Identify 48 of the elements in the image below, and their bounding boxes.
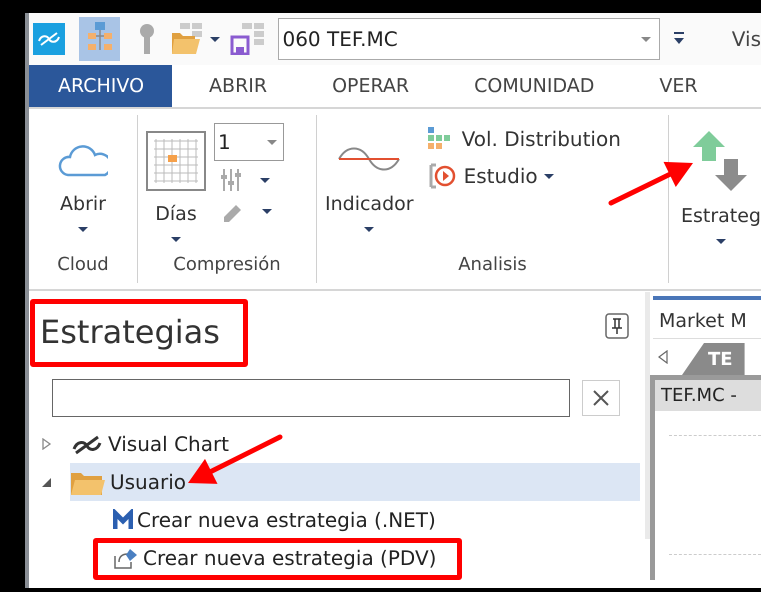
wave-icon	[337, 145, 402, 171]
number-dropdown[interactable]: 1	[214, 123, 284, 161]
customize-icon[interactable]	[674, 32, 684, 46]
ribbon-tab[interactable]: VER	[630, 65, 726, 107]
ribbon-button[interactable]: Indicador	[317, 121, 422, 251]
panel-title: Estrategias	[40, 313, 220, 351]
clear-button[interactable]	[582, 380, 620, 416]
ribbon-tab[interactable]: ABRIR	[180, 65, 296, 107]
search-field[interactable]	[52, 379, 570, 417]
app-logo-icon[interactable]	[33, 23, 65, 55]
m-icon	[113, 509, 133, 531]
group-label: Compresión	[172, 254, 282, 277]
caret-icon[interactable]	[260, 178, 270, 182]
pin-icon[interactable]	[605, 313, 629, 339]
app-title: Vis	[732, 27, 761, 51]
ribbon-button[interactable]: Estudio	[428, 161, 621, 191]
group-label: Cloud	[56, 254, 110, 277]
ribbon-tab[interactable]: ARCHIVO	[29, 65, 172, 107]
caret-icon	[364, 227, 374, 232]
collapse-icon[interactable]	[41, 476, 53, 488]
chart-title: TEF.MC -	[655, 380, 761, 411]
caret-icon	[171, 237, 181, 242]
expand-icon[interactable]	[41, 438, 53, 450]
symbol-field[interactable]: 060 TEF.MC	[278, 18, 660, 60]
logo-icon	[70, 433, 104, 455]
sliders-icon[interactable]	[220, 167, 242, 193]
tree-item[interactable]: Crear nueva estrategia (PDV)	[29, 539, 640, 577]
group-label: Analisis	[457, 254, 528, 277]
up-down-arrows-icon	[692, 131, 749, 191]
caret-icon[interactable]	[262, 208, 272, 214]
caret-icon[interactable]	[210, 36, 220, 42]
ribbon-button[interactable]: Abrir	[29, 121, 137, 251]
save-icon[interactable]	[230, 23, 264, 55]
ribbon-tab[interactable]: COMUNIDAD	[445, 65, 622, 107]
export-icon	[113, 546, 139, 570]
ribbon-tab[interactable]: OPERAR	[303, 65, 438, 107]
tree-item[interactable]: Visual Chart	[29, 425, 640, 463]
ribbon-button[interactable]: Días	[138, 121, 214, 251]
study-icon	[428, 161, 458, 191]
caret-icon	[716, 239, 726, 244]
tree-item[interactable]: Crear nueva estrategia (.NET)	[29, 501, 640, 539]
caret-icon	[78, 227, 88, 232]
ribbon-button[interactable]: Estrateg	[668, 121, 761, 251]
ribbon-button[interactable]: Vol. Distribution	[428, 127, 621, 151]
scroll-left-icon[interactable]	[658, 350, 668, 364]
close-icon	[592, 389, 610, 407]
panel-title: Market M	[653, 296, 761, 339]
calendar-icon	[146, 131, 206, 191]
